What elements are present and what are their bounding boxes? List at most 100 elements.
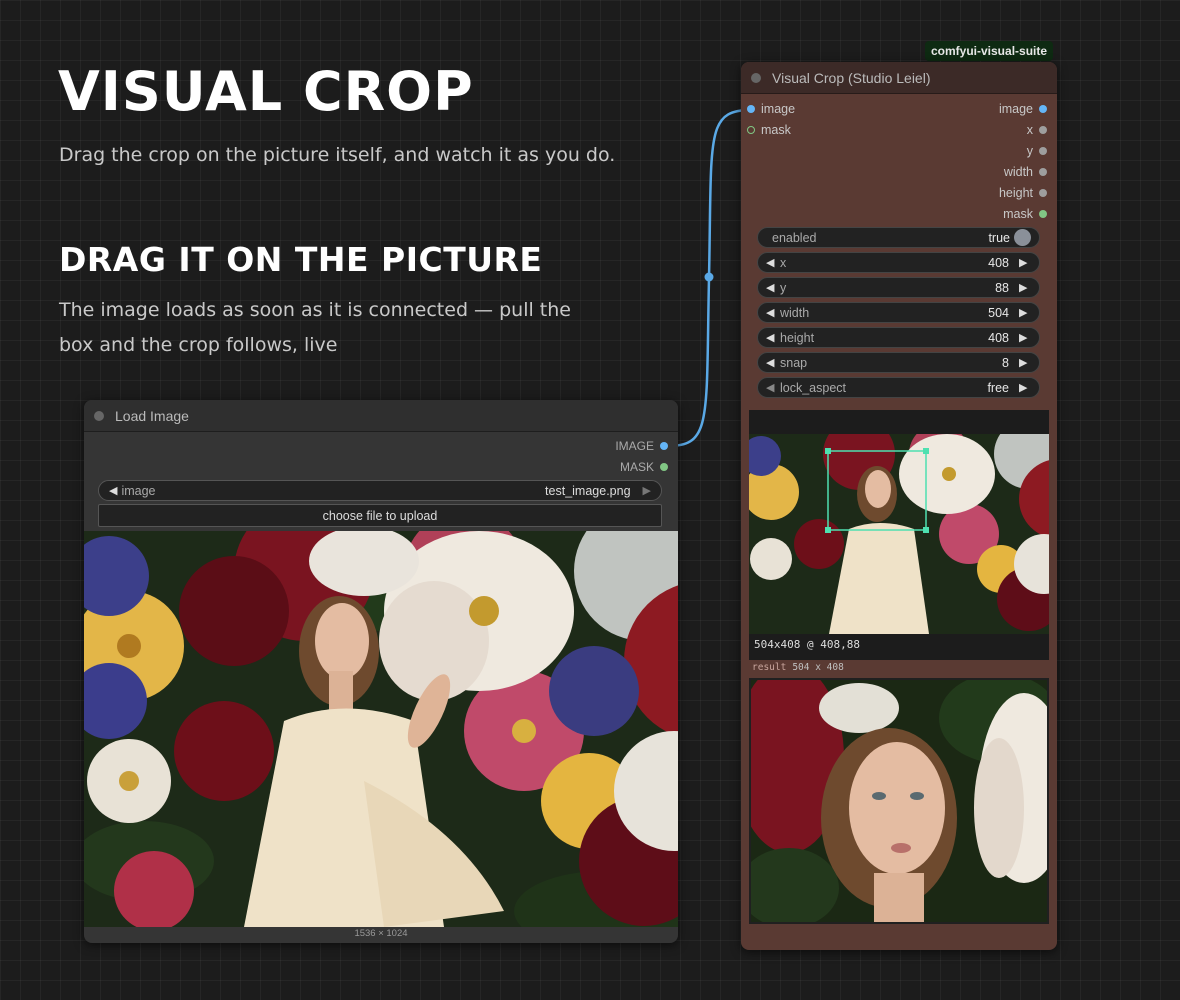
input-label-image: image <box>761 102 796 116</box>
increment-arrow-icon[interactable]: ▶ <box>1019 381 1031 394</box>
widget-value: 408 <box>988 330 1009 345</box>
collapse-dot-icon[interactable] <box>751 72 761 83</box>
enabled-label: enabled <box>772 230 817 245</box>
combo-left-arrow-icon[interactable]: ◀ <box>109 484 117 497</box>
output-label-y: y <box>1026 144 1033 158</box>
section-title: DRAG IT ON THE PICTURE <box>59 240 543 279</box>
result-size: 504 x 408 <box>792 662 844 673</box>
widget-value: 88 <box>995 280 1009 295</box>
output-dot-icon[interactable] <box>1039 126 1047 134</box>
result-frame <box>749 678 1049 924</box>
visual-crop-node-header[interactable]: Visual Crop (Studio Leiel) <box>741 62 1057 94</box>
input-slot-mask[interactable]: mask <box>747 123 791 137</box>
output-dot-icon[interactable] <box>1039 189 1047 197</box>
output-dot-icon[interactable] <box>1039 210 1047 218</box>
output-slot-image[interactable]: image <box>999 102 1047 116</box>
output-slot-mask[interactable]: mask <box>1003 207 1047 221</box>
image-select-combo[interactable]: ◀ image test_image.png ▶ <box>98 480 662 501</box>
crop-editor-panel[interactable]: 504x408 @ 408,88 <box>749 410 1049 660</box>
increment-arrow-icon[interactable]: ▶ <box>1019 281 1031 294</box>
decrement-arrow-icon[interactable]: ◀ <box>766 331 778 344</box>
widget-label: y <box>780 280 787 295</box>
crop-readout: 504x408 @ 408,88 <box>754 638 860 651</box>
visual-crop-node-title: Visual Crop (Studio Leiel) <box>772 69 931 86</box>
package-badge: comfyui-visual-suite <box>925 41 1054 61</box>
wire-midpoint-handle[interactable] <box>704 272 714 282</box>
decrement-arrow-icon[interactable]: ◀ <box>766 306 778 319</box>
image-dimensions-caption: 1536 × 1024 <box>354 928 408 939</box>
preview-illustration <box>749 434 1049 634</box>
decrement-arrow-icon[interactable]: ◀ <box>766 381 778 394</box>
output-label-image: IMAGE <box>615 439 654 453</box>
photo-illustration <box>84 531 678 927</box>
output-slot-height[interactable]: height <box>999 186 1047 200</box>
combo-right-arrow-icon[interactable]: ▶ <box>643 484 651 497</box>
widget-value: 504 <box>988 305 1009 320</box>
output-label-image: image <box>998 102 1033 116</box>
load-image-node-header[interactable]: Load Image <box>84 400 678 432</box>
crop-handle-bottom-right[interactable] <box>923 527 929 533</box>
enabled-value: true <box>988 230 1010 245</box>
combo-value: test_image.png <box>545 483 631 498</box>
widget-label: lock_aspect <box>780 380 847 395</box>
number-widget-x[interactable]: ◀ x 408 ▶ <box>757 252 1040 273</box>
toggle-knob-icon[interactable] <box>1014 229 1031 246</box>
visual-crop-node[interactable]: Visual Crop (Studio Leiel) image mask im… <box>741 62 1057 950</box>
section-body: The image loads as soon as it is connect… <box>59 299 571 356</box>
number-widget-width[interactable]: ◀ width 504 ▶ <box>757 302 1040 323</box>
widget-label: height <box>780 330 815 345</box>
output-dot-icon[interactable] <box>1039 147 1047 155</box>
decrement-arrow-icon[interactable]: ◀ <box>766 281 778 294</box>
widget-label: width <box>780 305 810 320</box>
combo-widget-lock-aspect[interactable]: ◀ lock_aspect free ▶ <box>757 377 1040 398</box>
widget-value: free <box>987 380 1009 395</box>
output-slot-image[interactable]: IMAGE <box>615 439 668 453</box>
result-label-text: result <box>752 662 787 673</box>
output-dot-icon[interactable] <box>1039 105 1047 113</box>
output-label-x: x <box>1026 123 1033 137</box>
output-dot-icon[interactable] <box>660 442 668 450</box>
collapse-dot-icon[interactable] <box>94 410 104 421</box>
crop-handle-bottom-left[interactable] <box>825 527 831 533</box>
increment-arrow-icon[interactable]: ▶ <box>1019 306 1031 319</box>
increment-arrow-icon[interactable]: ▶ <box>1019 356 1031 369</box>
upload-button[interactable]: choose file to upload <box>98 504 662 527</box>
hero-subtitle: Drag the crop on the picture itself, and… <box>59 144 616 166</box>
crop-handle-top-left[interactable] <box>825 448 831 454</box>
widget-value: 8 <box>1002 355 1009 370</box>
input-slot-image[interactable]: image <box>747 102 795 116</box>
crop-result-preview <box>749 678 1049 924</box>
enabled-toggle[interactable]: enabled true <box>757 227 1040 248</box>
load-image-node[interactable]: Load Image IMAGE MASK ◀ image test_image… <box>84 400 678 943</box>
decrement-arrow-icon[interactable]: ◀ <box>766 256 778 269</box>
output-dot-icon[interactable] <box>1039 168 1047 176</box>
input-dot-icon[interactable] <box>747 126 755 134</box>
combo-label: image <box>121 483 156 498</box>
increment-arrow-icon[interactable]: ▶ <box>1019 331 1031 344</box>
result-label: result 504 x 408 <box>752 662 844 673</box>
number-widget-y[interactable]: ◀ y 88 ▶ <box>757 277 1040 298</box>
input-label-mask: mask <box>761 123 791 137</box>
number-widget-snap[interactable]: ◀ snap 8 ▶ <box>757 352 1040 373</box>
widget-label: x <box>780 255 787 270</box>
decrement-arrow-icon[interactable]: ◀ <box>766 356 778 369</box>
output-label-height: height <box>998 186 1033 200</box>
widget-label: snap <box>780 355 808 370</box>
crop-source-preview[interactable] <box>749 434 1049 634</box>
output-slot-mask[interactable]: MASK <box>620 460 668 474</box>
output-dot-icon[interactable] <box>660 463 668 471</box>
output-slot-width[interactable]: width <box>1004 165 1047 179</box>
number-widget-height[interactable]: ◀ height 408 ▶ <box>757 327 1040 348</box>
output-slot-x[interactable]: x <box>1027 123 1047 137</box>
output-label-width: width <box>1003 165 1033 179</box>
output-slot-y[interactable]: y <box>1027 144 1047 158</box>
widget-value: 408 <box>988 255 1009 270</box>
input-dot-icon[interactable] <box>747 105 755 113</box>
increment-arrow-icon[interactable]: ▶ <box>1019 256 1031 269</box>
crop-handle-top-right[interactable] <box>923 448 929 454</box>
output-label-mask: mask <box>1003 207 1033 221</box>
loaded-image <box>84 531 678 927</box>
output-label-mask: MASK <box>619 460 654 474</box>
load-image-node-title: Load Image <box>115 407 189 424</box>
hero-title: VISUAL CROP <box>58 60 474 123</box>
